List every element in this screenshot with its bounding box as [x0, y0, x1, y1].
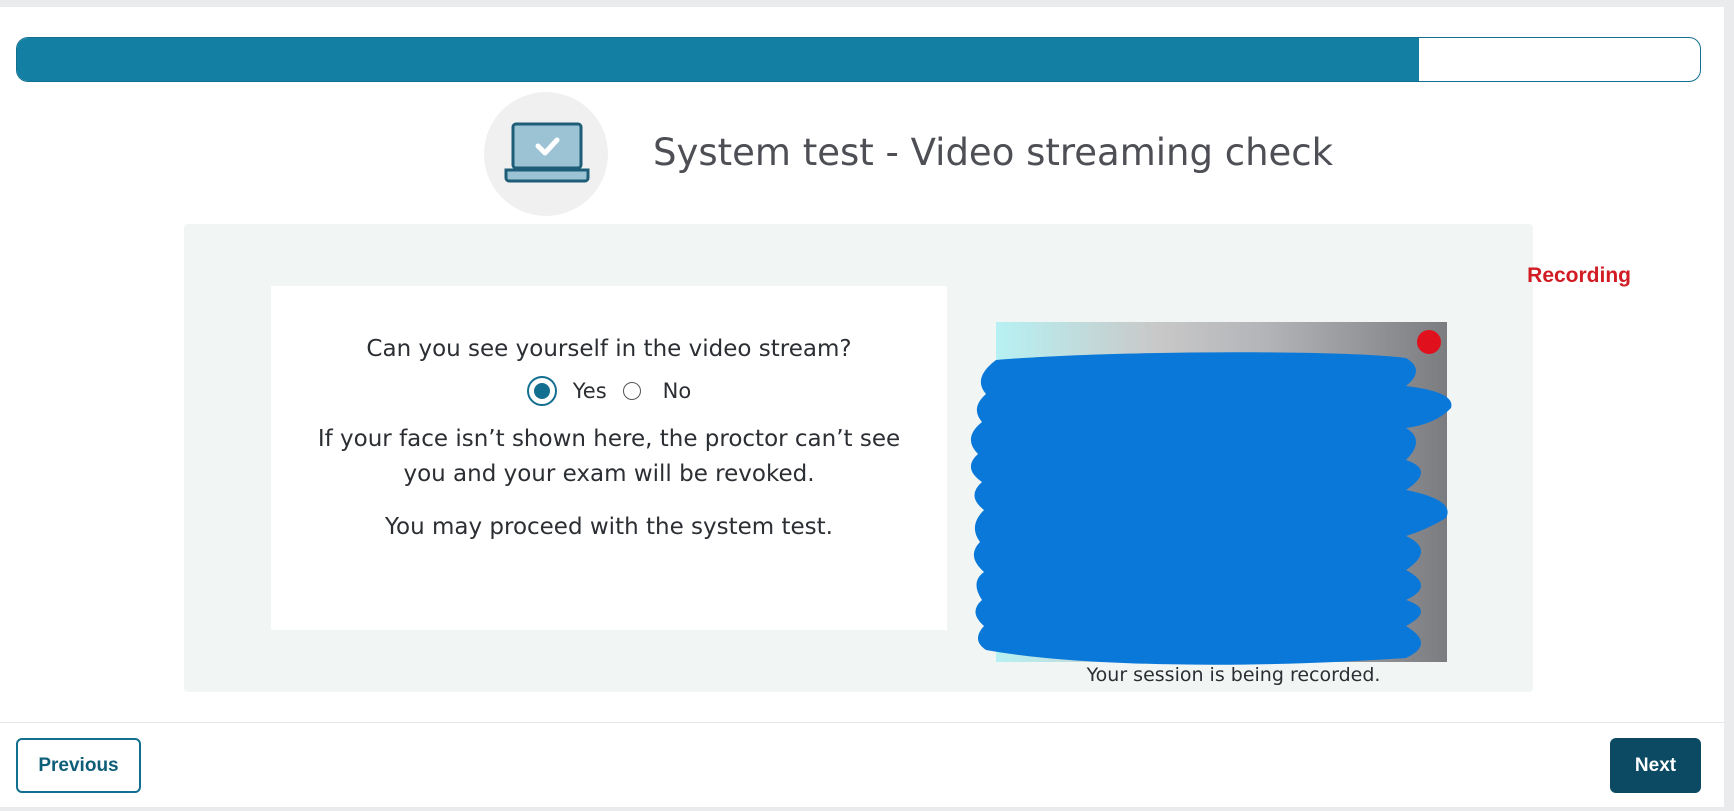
page-title: System test - Video streaming check [653, 131, 1334, 174]
recording-label: Recording [1527, 264, 1631, 287]
footer-divider [0, 722, 1724, 723]
system-test-page: System test - Video streaming check Can … [0, 7, 1724, 807]
video-stream [970, 322, 1452, 665]
previous-button[interactable]: Previous [16, 738, 141, 793]
session-recorded-text: Your session is being recorded. [1086, 664, 1381, 686]
warning-text: If your face isn’t shown here, the proct… [317, 426, 901, 487]
proceed-text: You may proceed with the system test. [385, 514, 833, 540]
progress-bar [16, 37, 1701, 82]
radio-no-label[interactable]: No [663, 379, 692, 403]
radio-yes-label[interactable]: Yes [573, 379, 607, 403]
radio-no[interactable] [622, 382, 641, 400]
next-button[interactable]: Next [1610, 738, 1701, 793]
radio-yes[interactable] [526, 376, 557, 406]
redaction-overlay [970, 352, 1452, 665]
laptop-check-icon [484, 92, 608, 216]
answer-radio-group: Yes No [271, 373, 947, 409]
radio-selected-dot [533, 383, 550, 399]
content-panel: Can you see yourself in the video stream… [184, 224, 1631, 692]
question-card: Can you see yourself in the video stream… [271, 286, 947, 630]
progress-fill [17, 38, 1419, 81]
question-text: Can you see yourself in the video stream… [366, 336, 852, 362]
